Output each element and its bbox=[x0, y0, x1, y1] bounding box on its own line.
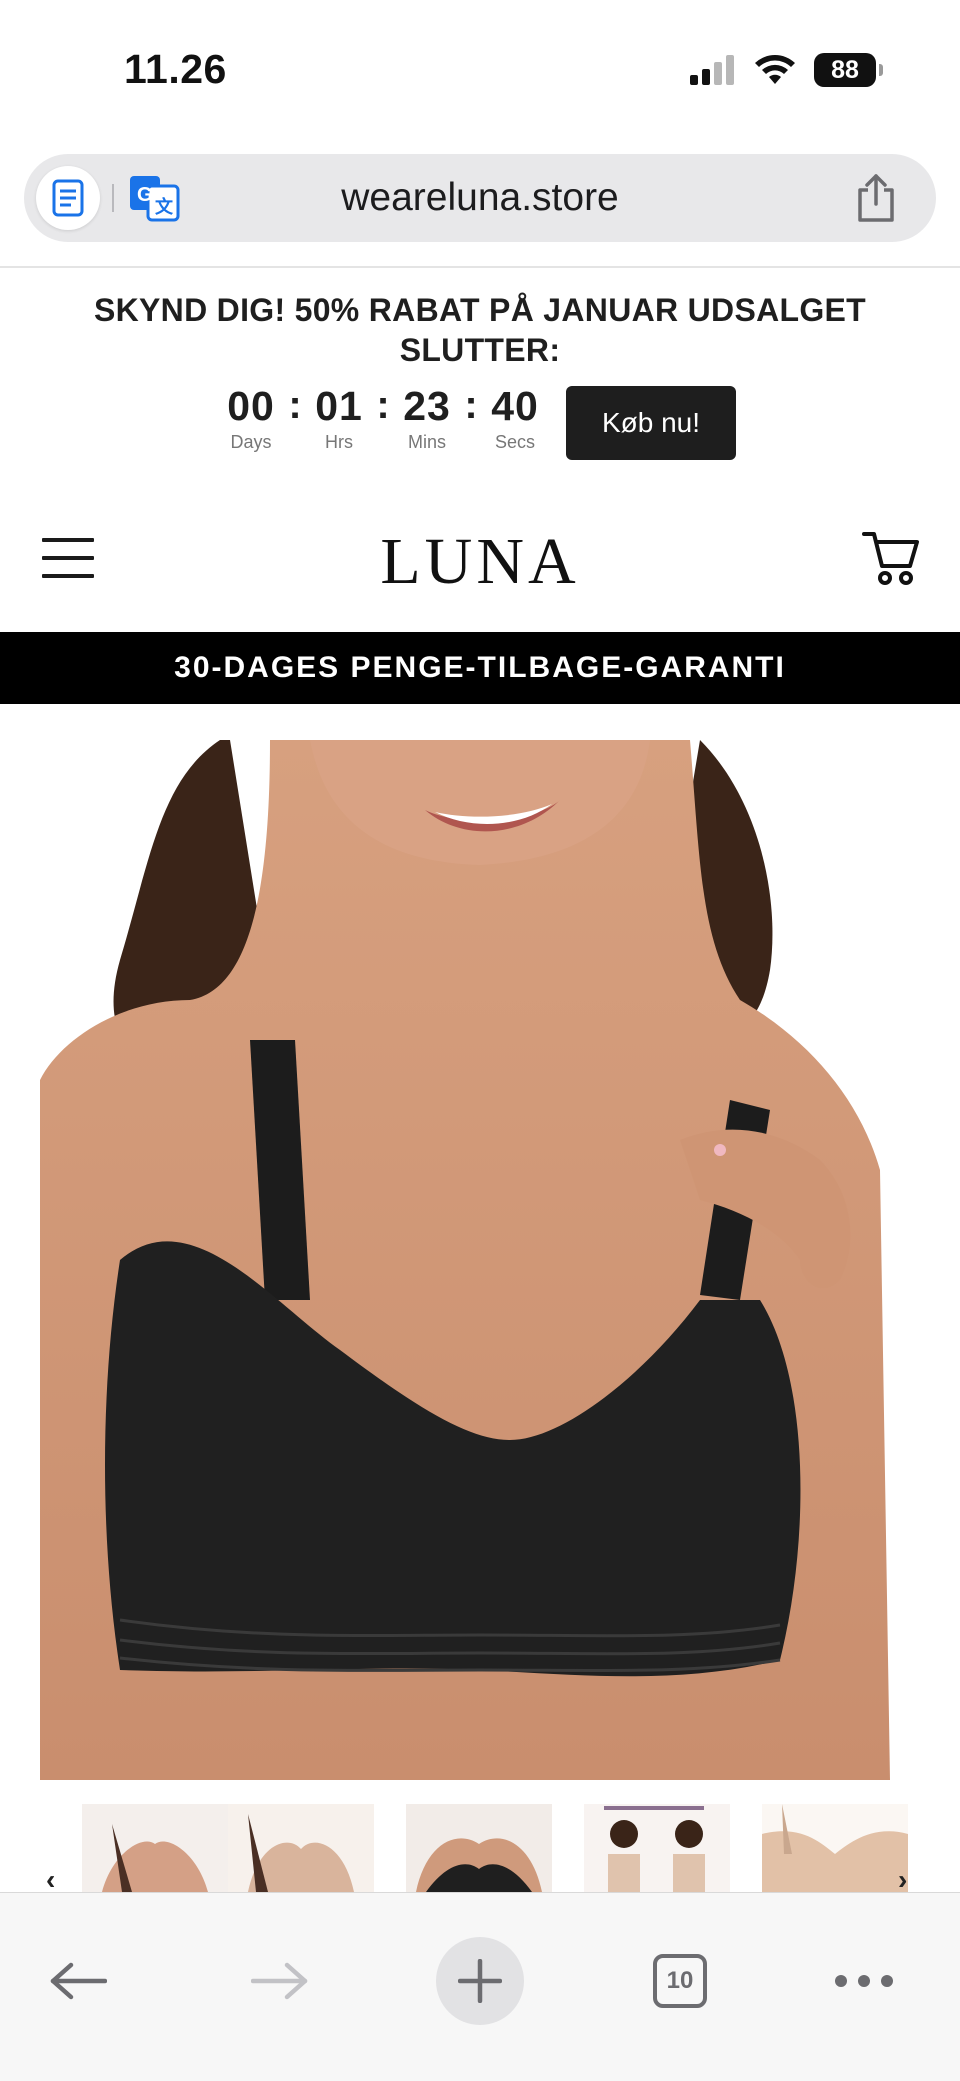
site-header: LUNA bbox=[0, 500, 960, 630]
url-text[interactable]: weareluna.store bbox=[24, 176, 936, 220]
divider bbox=[0, 266, 960, 268]
wifi-icon bbox=[755, 55, 795, 84]
address-bar[interactable]: G 文 weareluna.store bbox=[24, 154, 936, 242]
buy-now-button[interactable]: Køb nu! bbox=[566, 386, 736, 460]
battery-level: 88 bbox=[831, 55, 859, 84]
more-options-button[interactable] bbox=[824, 1941, 904, 2021]
thumbnail[interactable] bbox=[82, 1804, 228, 1892]
arrow-right-icon bbox=[251, 1962, 308, 2000]
product-main-image[interactable] bbox=[40, 740, 920, 1780]
thumbnail[interactable] bbox=[584, 1804, 730, 1892]
arrow-left-icon bbox=[50, 1962, 107, 2000]
countdown-days-value: 00 bbox=[227, 383, 275, 429]
countdown-hours-value: 01 bbox=[315, 383, 363, 429]
status-time: 11.26 bbox=[124, 46, 227, 92]
store-logo[interactable]: LUNA bbox=[0, 524, 960, 600]
countdown-hours: 01 Hrs bbox=[310, 384, 368, 453]
plus-icon bbox=[458, 1959, 502, 2003]
countdown-minutes-value: 23 bbox=[403, 383, 451, 429]
tabs-button[interactable]: 10 bbox=[640, 1941, 720, 2021]
countdown-timer: 00 Days : 01 Hrs : 23 Mins : 40 Secs bbox=[222, 384, 544, 464]
sale-announcement: SKYND DIG! 50% RABAT PÅ JANUAR UDSALGET … bbox=[93, 292, 867, 368]
countdown-hours-label: Hrs bbox=[325, 432, 353, 452]
countdown-seconds: 40 Secs bbox=[486, 384, 544, 453]
browser-toolbar: 10 bbox=[0, 1892, 960, 2081]
countdown-separator: : bbox=[376, 383, 390, 427]
countdown-seconds-value: 40 bbox=[491, 383, 539, 429]
cart-icon[interactable] bbox=[862, 528, 920, 588]
countdown-separator: : bbox=[464, 383, 478, 427]
share-button[interactable] bbox=[852, 172, 900, 224]
back-button[interactable] bbox=[38, 1941, 118, 2021]
guarantee-banner: 30-DAGES PENGE-TILBAGE-GARANTI bbox=[0, 632, 960, 704]
countdown-days: 00 Days bbox=[222, 384, 280, 453]
countdown-minutes: 23 Mins bbox=[398, 384, 456, 453]
more-dots-icon bbox=[835, 1975, 893, 1987]
countdown-separator: : bbox=[288, 383, 302, 427]
tab-count: 10 bbox=[653, 1954, 707, 2008]
thumbnail[interactable] bbox=[406, 1804, 552, 1892]
new-tab-button[interactable] bbox=[436, 1937, 524, 2025]
thumbnail-strip: ‹ › bbox=[0, 1804, 960, 1895]
forward-button[interactable] bbox=[240, 1941, 320, 2021]
battery-icon: 88 bbox=[814, 53, 883, 87]
thumbnail[interactable] bbox=[762, 1804, 908, 1892]
countdown-seconds-label: Secs bbox=[494, 432, 536, 452]
status-icons: 88 bbox=[690, 52, 883, 88]
cellular-signal-icon bbox=[690, 55, 734, 85]
countdown-minutes-label: Mins bbox=[407, 432, 446, 452]
share-icon bbox=[858, 174, 894, 222]
countdown-days-label: Days bbox=[230, 432, 272, 452]
thumbnail[interactable] bbox=[228, 1804, 374, 1892]
status-bar: 11.26 88 bbox=[0, 0, 960, 140]
